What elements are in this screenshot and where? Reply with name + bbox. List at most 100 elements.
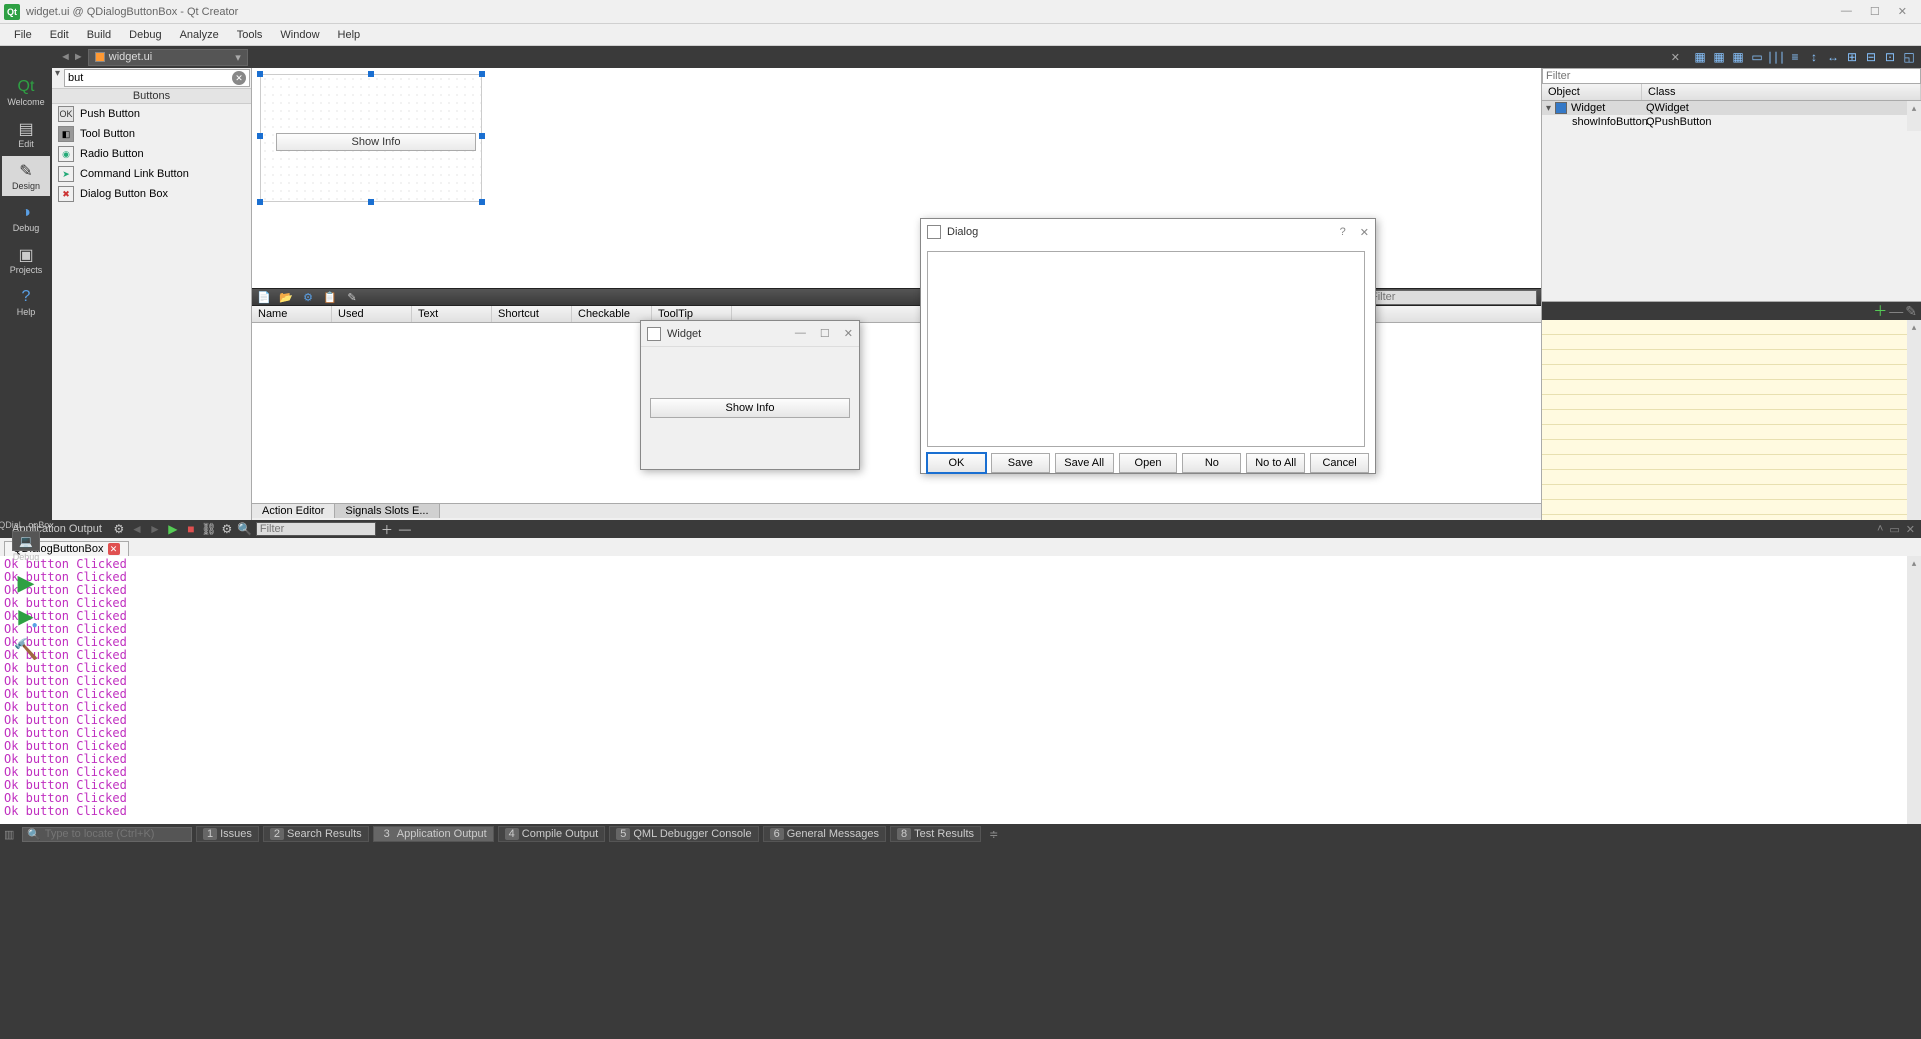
menu-build[interactable]: Build (79, 27, 119, 43)
sb-toggle-icon[interactable]: ▥ (4, 828, 18, 841)
ae-icon-new[interactable]: 📄 (256, 289, 272, 305)
tab-signals-slots[interactable]: Signals Slots E... (335, 504, 439, 518)
panel-qml-console[interactable]: 5QML Debugger Console (609, 826, 758, 842)
ao-plus-icon[interactable]: ＋ (380, 522, 394, 536)
mode-projects[interactable]: ▣Projects (2, 240, 50, 280)
panels-more-icon[interactable]: ≑ (985, 828, 1002, 841)
form-widget[interactable]: Show Info (260, 74, 482, 202)
widgetbox-filter-input[interactable] (68, 72, 232, 84)
ao-gear-icon[interactable]: ⚙ (220, 522, 234, 536)
widget-dialog-button-box[interactable]: ✖Dialog Button Box (52, 184, 251, 204)
widget-close-icon[interactable]: ✕ (844, 327, 853, 340)
panel-test-results[interactable]: 8Test Results (890, 826, 981, 842)
widget-tool-button[interactable]: ◧Tool Button (52, 124, 251, 144)
run-button[interactable]: ▶ (18, 570, 35, 596)
tree-row-widget[interactable]: ▾Widget QWidget (1542, 101, 1921, 115)
menu-window[interactable]: Window (272, 27, 327, 43)
close-button[interactable]: ✕ (1898, 5, 1907, 18)
tool-icon-6[interactable]: ≡ (1787, 49, 1803, 65)
ao-search-icon[interactable]: 🔍 (238, 522, 252, 536)
tool-icon-9[interactable]: ⊞ (1844, 49, 1860, 65)
menu-debug[interactable]: Debug (121, 27, 169, 43)
mode-help[interactable]: ?Help (2, 282, 50, 322)
ao-stop-icon[interactable]: ■ (184, 522, 198, 536)
widget-min-icon[interactable]: — (795, 327, 806, 340)
prop-wand-icon[interactable]: ✎ (1905, 303, 1917, 320)
ao-minus-icon[interactable]: — (398, 522, 412, 536)
runtime-widget-window[interactable]: Widget — ☐ ✕ Show Info (640, 320, 860, 470)
ao-run-icon[interactable]: ▶ (166, 522, 180, 536)
tool-icon-12[interactable]: ◱ (1901, 49, 1917, 65)
mode-design[interactable]: ✎Design (2, 156, 50, 196)
menu-help[interactable]: Help (330, 27, 369, 43)
nav-back-icon[interactable]: ◄ (60, 51, 71, 63)
ao-attach-icon[interactable]: ⛓ (202, 522, 216, 536)
ao-prev-icon[interactable]: ◄ (130, 522, 144, 536)
panel-general-messages[interactable]: 6General Messages (763, 826, 886, 842)
ao-filter-input[interactable] (256, 522, 376, 536)
ae-icon-wand[interactable]: ✎ (344, 289, 360, 305)
no-to-all-button[interactable]: No to All (1246, 453, 1305, 473)
save-button[interactable]: Save (991, 453, 1050, 473)
mode-debug[interactable]: ◑Debug (2, 198, 50, 238)
widget-radio-button[interactable]: ◉Radio Button (52, 144, 251, 164)
tab-action-editor[interactable]: Action Editor (252, 504, 335, 518)
prop-remove-icon[interactable]: — (1889, 303, 1903, 319)
tool-icon-11[interactable]: ⊡ (1882, 49, 1898, 65)
close-output-tab-icon[interactable]: ✕ (108, 543, 120, 555)
nav-fwd-icon[interactable]: ► (73, 51, 84, 63)
prop-add-icon[interactable]: ＋ (1873, 301, 1887, 321)
dialog-help-icon[interactable]: ? (1340, 226, 1346, 239)
ao-next-icon[interactable]: ► (148, 522, 162, 536)
panel-compile-output[interactable]: 4Compile Output (498, 826, 606, 842)
kit-selector[interactable]: 💻 (12, 531, 40, 551)
ao-settings-icon[interactable]: ⚙ (112, 522, 126, 536)
locator[interactable]: 🔍 (22, 827, 192, 842)
mode-edit[interactable]: ▤Edit (2, 114, 50, 154)
build-button[interactable]: 🔨 (14, 637, 39, 662)
locator-input[interactable] (45, 828, 187, 840)
clear-filter-icon[interactable]: ✕ (232, 71, 246, 85)
widget-command-link-button[interactable]: ➤Command Link Button (52, 164, 251, 184)
show-info-button-design[interactable]: Show Info (276, 133, 476, 151)
ae-filter-input[interactable] (1367, 290, 1537, 305)
tool-icon-2[interactable]: ▦ (1711, 49, 1727, 65)
expand-icon[interactable]: ▾ (1546, 103, 1551, 114)
save-all-button[interactable]: Save All (1055, 453, 1114, 473)
widget-push-button[interactable]: OKPush Button (52, 104, 251, 124)
tool-icon-8[interactable]: ↔ (1825, 49, 1841, 65)
ao-collapse-icon[interactable]: ▭ (1889, 523, 1899, 536)
tool-icon-4[interactable]: ▭ (1749, 49, 1765, 65)
mode-welcome[interactable]: QtWelcome (2, 72, 50, 112)
tool-icon-7[interactable]: ↕ (1806, 49, 1822, 65)
menu-file[interactable]: File (6, 27, 40, 43)
cancel-button[interactable]: Cancel (1310, 453, 1369, 473)
ao-up-icon[interactable]: ˄ (1877, 523, 1883, 536)
tree-row-button[interactable]: showInfoButton QPushButton (1542, 115, 1921, 129)
tool-icon-10[interactable]: ⊟ (1863, 49, 1879, 65)
runtime-dialog-window[interactable]: Dialog ? ✕ OK Save Save All Open No No t… (920, 218, 1376, 474)
panel-issues[interactable]: 1Issues (196, 826, 259, 842)
panel-app-output[interactable]: 3Application Output (373, 826, 494, 842)
menu-tools[interactable]: Tools (229, 27, 271, 43)
open-file-tab[interactable]: widget.ui ▾ (88, 49, 248, 66)
ae-icon-settings[interactable]: ⚙ (300, 289, 316, 305)
dialog-close-icon[interactable]: ✕ (1360, 226, 1369, 239)
output-console[interactable]: ▴ Ok button ClickedOk button ClickedOk b… (0, 556, 1921, 824)
file-dropdown-icon[interactable]: ▾ (235, 51, 241, 64)
show-info-button[interactable]: Show Info (650, 398, 850, 418)
ae-icon-open[interactable]: 📂 (278, 289, 294, 305)
open-button[interactable]: Open (1119, 453, 1178, 473)
widgetbox-dropdown-icon[interactable]: ▾ (52, 68, 63, 88)
close-file-icon[interactable]: ✕ (1671, 51, 1680, 64)
tool-icon-5[interactable]: ∣∣∣ (1768, 49, 1784, 65)
widget-max-icon[interactable]: ☐ (820, 327, 830, 340)
debug-button[interactable]: ▶● (18, 604, 33, 629)
minimize-button[interactable]: — (1841, 5, 1852, 18)
ok-button[interactable]: OK (927, 453, 986, 473)
tool-icon-3[interactable]: ▦ (1730, 49, 1746, 65)
tool-icon-1[interactable]: ▦ (1692, 49, 1708, 65)
no-button[interactable]: No (1182, 453, 1241, 473)
maximize-button[interactable]: ☐ (1870, 5, 1880, 18)
menu-analyze[interactable]: Analyze (172, 27, 227, 43)
